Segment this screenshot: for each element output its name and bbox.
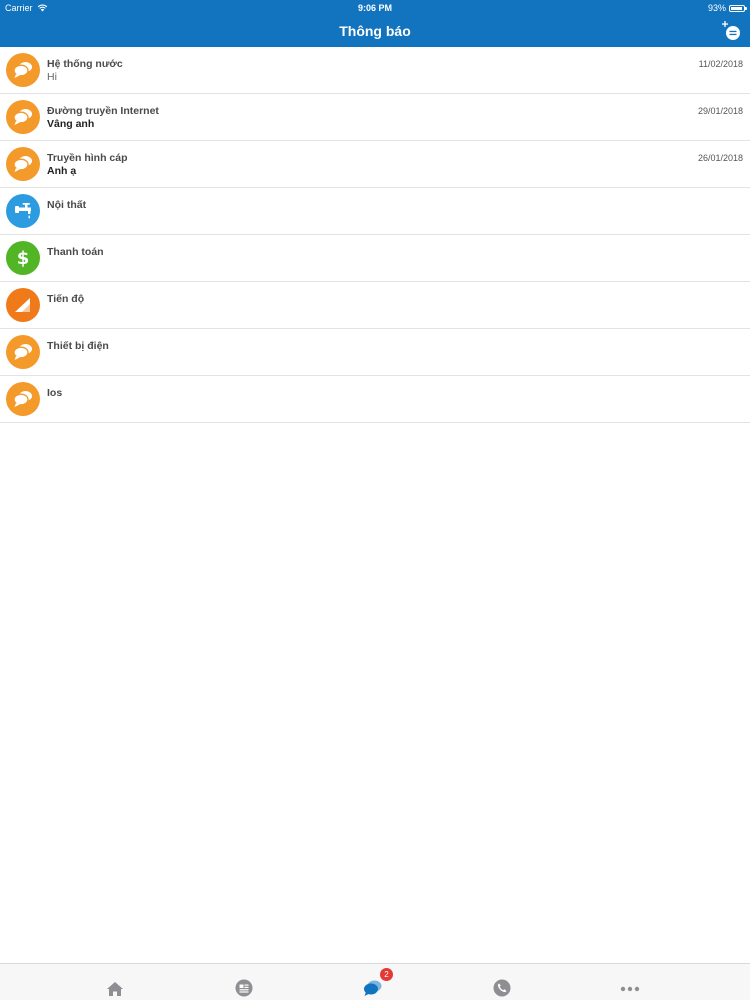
phone-icon	[493, 979, 511, 997]
list-item[interactable]: Hệ thống nước Hi 11/02/2018	[0, 47, 750, 94]
home-icon	[107, 982, 123, 996]
battery-fill	[731, 6, 743, 10]
notification-list: Hệ thống nước Hi 11/02/2018 Đường truyền In…	[0, 47, 750, 423]
faucet-icon	[6, 194, 40, 228]
news-icon	[235, 979, 253, 997]
item-message: Vâng anh	[47, 118, 95, 130]
clock: 9:06 PM	[357, 3, 392, 13]
svg-text:$: $	[17, 248, 30, 269]
page-title: Thông báo	[339, 23, 411, 39]
progress-icon	[6, 288, 40, 322]
item-date: 11/02/2018	[698, 59, 743, 69]
chat-bubbles-icon	[6, 382, 40, 416]
list-item[interactable]: Tiến độ	[0, 282, 750, 329]
item-message: Anh ạ	[47, 165, 77, 177]
new-message-icon	[722, 21, 740, 40]
item-message: Hi	[47, 71, 57, 83]
list-item[interactable]: Thiết bị điện	[0, 329, 750, 376]
tab-more[interactable]	[555, 964, 705, 1000]
item-title: Hệ thống nước	[47, 58, 123, 70]
battery-percent: 93%	[707, 3, 726, 13]
status-bar: Carrier 9:06 PM 93%	[0, 0, 750, 16]
item-title: Ios	[47, 387, 63, 399]
new-message-button[interactable]	[720, 20, 742, 42]
chat-bubbles-icon	[6, 335, 40, 369]
chat-bubbles-icon	[6, 53, 40, 87]
item-title: Nội thất	[47, 199, 87, 211]
tab-bar: 2	[0, 963, 750, 1000]
tab-news[interactable]	[169, 964, 319, 1000]
dollar-icon: $	[6, 241, 40, 275]
list-item[interactable]: Ios	[0, 376, 750, 423]
tab-home[interactable]	[40, 964, 190, 1000]
list-item[interactable]: Nội thất	[0, 188, 750, 235]
tab-chat[interactable]: 2	[298, 964, 448, 1000]
item-title: Truyền hình cáp	[47, 152, 128, 164]
item-title: Thanh toán	[47, 246, 104, 258]
item-date: 29/01/2018	[697, 106, 743, 116]
chat-bubbles-icon	[6, 147, 40, 181]
list-item[interactable]: Đường truyền Internet Vâng anh 29/01/2018	[0, 94, 750, 141]
more-icon	[620, 986, 640, 992]
app: Carrier 9:06 PM 93% Thông báo Hệ thống n…	[0, 0, 750, 1000]
list-item[interactable]: $ Thanh toán	[0, 235, 750, 282]
item-date: 26/01/2018	[697, 153, 743, 163]
chat-icon	[364, 980, 382, 996]
item-title: Tiến độ	[47, 293, 85, 305]
chat-badge: 2	[380, 968, 393, 981]
battery-icon	[729, 4, 747, 12]
battery-indicator: 93%	[707, 3, 747, 13]
nav-bar: Thông báo	[0, 16, 750, 47]
item-title: Đường truyền Internet	[47, 105, 159, 117]
chat-bubbles-icon	[6, 100, 40, 134]
list-item[interactable]: Truyền hình cáp Anh ạ 26/01/2018	[0, 141, 750, 188]
item-title: Thiết bị điện	[47, 340, 109, 352]
